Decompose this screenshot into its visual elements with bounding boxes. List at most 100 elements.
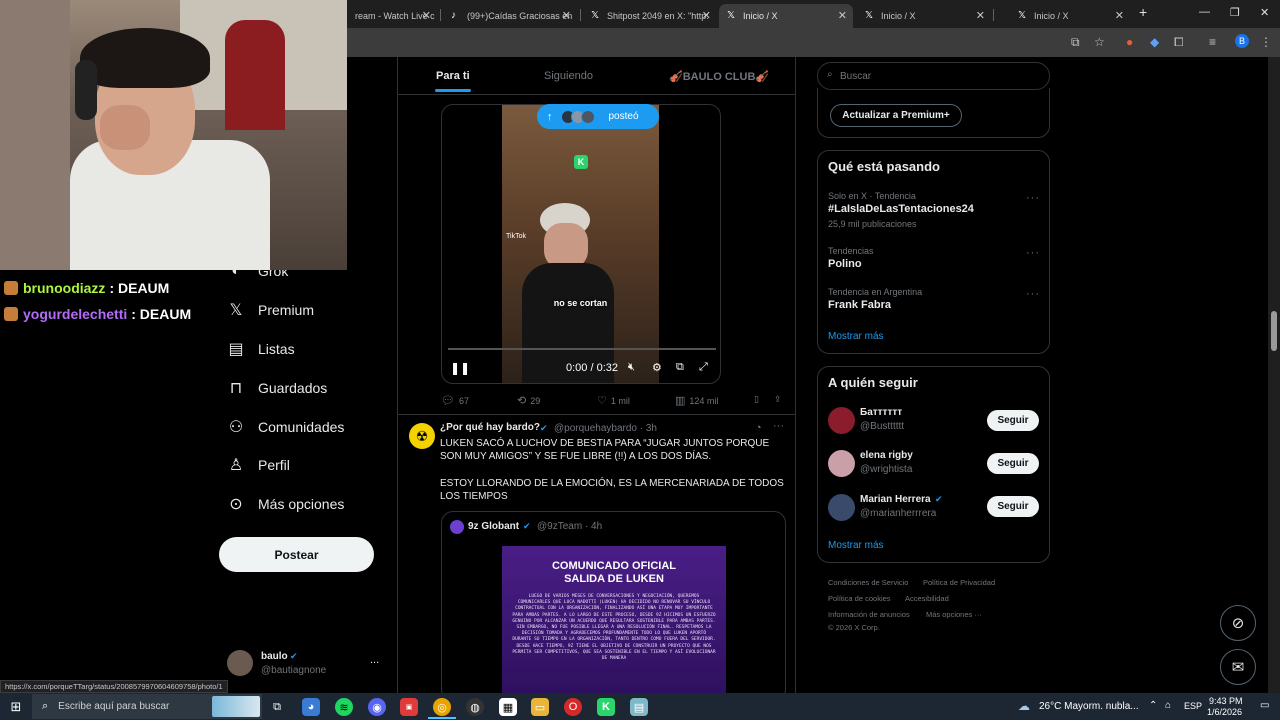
who-name[interactable]: elena rigby: [860, 450, 913, 461]
trend-name[interactable]: Frank Fabra: [828, 299, 891, 311]
follow-button[interactable]: Seguir: [987, 410, 1039, 431]
scroll-thumb[interactable]: [1271, 311, 1277, 351]
extension-color-icon[interactable]: ◆: [1150, 35, 1159, 49]
trend-more-icon[interactable]: ···: [1026, 192, 1040, 204]
file-explorer-icon[interactable]: ▭: [531, 698, 549, 716]
new-posts-pill[interactable]: ↑ posteó: [537, 104, 659, 129]
opera-icon[interactable]: O: [564, 698, 582, 716]
avatar[interactable]: [828, 450, 855, 477]
footer-link[interactable]: Política de Privacidad: [923, 578, 995, 587]
repost-action[interactable]: ⟲ 29: [517, 394, 540, 407]
video-card[interactable]: K TikTok no se cortan ❚❚ 0:00 / 0:32 🔇︎ …: [441, 104, 721, 384]
close-icon[interactable]: ✕: [976, 9, 985, 22]
new-tab-button[interactable]: +: [1139, 4, 1147, 20]
reading-list-icon[interactable]: ≡: [1209, 35, 1216, 49]
trend-more-icon[interactable]: ···: [1026, 247, 1040, 259]
notifications-icon[interactable]: ▭: [1260, 700, 1269, 711]
who-name[interactable]: Батттттт: [860, 407, 902, 418]
pip-icon[interactable]: ⧉: [676, 361, 684, 374]
menu-kebab-icon[interactable]: ⋮: [1260, 35, 1272, 49]
nav-perfil[interactable]: ♙ Perfil: [226, 451, 290, 479]
more-icon[interactable]: ···: [773, 420, 784, 432]
spotify-icon[interactable]: ≋: [335, 698, 353, 716]
close-icon[interactable]: ✕: [702, 9, 711, 22]
tab-baulo-club[interactable]: 🎻BAULO CLUB🎻: [669, 70, 769, 83]
task-view-icon[interactable]: ⧉: [268, 698, 286, 716]
app-icon[interactable]: ▤: [630, 698, 648, 716]
tab-tiktok[interactable]: ♪ (99+)Caídas Graciosas en ✕: [443, 4, 577, 28]
discord-icon[interactable]: ◉: [368, 698, 386, 716]
avatar[interactable]: [828, 407, 855, 434]
footer-link[interactable]: Política de cookies: [828, 594, 891, 603]
search-input[interactable]: Buscar: [840, 71, 871, 82]
nav-mas-opciones[interactable]: ⊙ Más opciones: [226, 490, 344, 518]
capcut-icon[interactable]: ▦: [499, 698, 517, 716]
tweet-author-handle[interactable]: @porquehaybardo · 3h: [554, 423, 657, 434]
tab-inicio-2[interactable]: 𝕏 Inicio / X ✕: [857, 4, 991, 28]
taskbar-search[interactable]: ⌕ Escribe aquí para buscar: [32, 694, 262, 719]
fullscreen-icon[interactable]: ⤢: [699, 361, 708, 374]
nav-guardados[interactable]: ⊓ Guardados: [226, 374, 328, 402]
close-window-icon[interactable]: ✕: [1260, 6, 1269, 19]
like-action[interactable]: ♡ 1 mil: [597, 394, 630, 407]
trends-show-more[interactable]: Mostrar más: [828, 331, 884, 342]
avatar[interactable]: [828, 494, 855, 521]
announcement-image[interactable]: COMUNICADO OFICIAL SALIDA DE LUKEN LUEGO…: [502, 546, 726, 700]
extension-fox-icon[interactable]: ●: [1126, 35, 1133, 49]
close-icon[interactable]: ✕: [562, 9, 571, 22]
tweet-author-name[interactable]: ¿Por qué hay bardo?: [440, 422, 540, 433]
search-box[interactable]: ⌕ Buscar: [817, 62, 1050, 90]
reply-action[interactable]: 💬︎ 67: [441, 394, 469, 407]
close-icon[interactable]: ✕: [838, 9, 847, 22]
taskbar-search-input[interactable]: Escribe aquí para buscar: [58, 701, 169, 712]
tab-para-ti[interactable]: Para ti: [436, 70, 470, 82]
grok-icon[interactable]: ◔: [755, 422, 762, 434]
video-progress-track[interactable]: [448, 348, 716, 350]
trend-name[interactable]: Polino: [828, 258, 862, 270]
avatar[interactable]: [227, 650, 253, 676]
footer-link[interactable]: Condiciones de Servicio: [828, 578, 908, 587]
tab-shitpost[interactable]: 𝕏 Shitpost 2049 en X: "http: ✕: [583, 4, 717, 28]
tab-inicio-3[interactable]: 𝕏 Inicio / X ✕: [1010, 4, 1130, 28]
who-show-more[interactable]: Mostrar más: [828, 540, 884, 551]
network-icon[interactable]: ⌂: [1165, 700, 1171, 711]
copilot-icon[interactable]: ◕: [302, 698, 320, 716]
restore-icon[interactable]: ❐: [1230, 6, 1240, 19]
profile-avatar[interactable]: B: [1235, 34, 1249, 48]
mute-icon[interactable]: 🔇︎: [628, 361, 635, 374]
windows-start-icon[interactable]: ⊞: [7, 698, 25, 716]
follow-button[interactable]: Seguir: [987, 453, 1039, 474]
nav-premium[interactable]: 𝕏 Premium: [226, 296, 314, 324]
premium-upgrade-button[interactable]: Actualizar a Premium+: [830, 104, 962, 127]
tab-inicio-active[interactable]: 𝕏 Inicio / X ✕: [719, 4, 853, 28]
quoted-tweet[interactable]: 9z Globant ✔ @9zTeam · 4h COMUNICADO OFI…: [441, 511, 786, 701]
tab-twitch[interactable]: ream - Watch Live c ✕: [347, 4, 437, 28]
nav-listas[interactable]: ▤ Listas: [226, 335, 294, 363]
tray-chevron-icon[interactable]: ⌃: [1149, 700, 1157, 711]
stream-app-icon[interactable]: ▣: [400, 698, 418, 716]
post-button[interactable]: Postear: [219, 537, 374, 572]
close-icon[interactable]: ✕: [1115, 9, 1124, 22]
clock-time[interactable]: 9:43 PM: [1209, 696, 1243, 706]
account-more-icon[interactable]: ...: [370, 654, 379, 666]
grok-float-icon[interactable]: ⊘: [1220, 605, 1256, 641]
account-name[interactable]: baulo: [261, 651, 288, 662]
tab-siguiendo[interactable]: Siguiendo: [544, 70, 593, 82]
trend-name[interactable]: #LaIslaDeLasTentaciones24: [828, 203, 974, 215]
radioactive-avatar-icon[interactable]: ☢: [409, 423, 435, 449]
bookmark-star-icon[interactable]: ☆: [1094, 35, 1105, 49]
kick-icon[interactable]: K: [597, 698, 615, 716]
footer-link[interactable]: Accesibilidad: [905, 594, 949, 603]
trend-more-icon[interactable]: ···: [1026, 288, 1040, 300]
settings-gear-icon[interactable]: ⚙: [652, 361, 662, 374]
footer-link[interactable]: Información de anuncios: [828, 610, 910, 619]
minimize-icon[interactable]: —: [1199, 6, 1210, 18]
clock-date[interactable]: 1/6/2026: [1207, 707, 1242, 717]
extensions-icon[interactable]: ⧠: [1174, 35, 1184, 50]
obs-icon[interactable]: ◍: [466, 698, 484, 716]
views-action[interactable]: ▥ 124 mil: [675, 394, 718, 407]
follow-button[interactable]: Seguir: [987, 496, 1039, 517]
chrome-icon[interactable]: ◎: [433, 698, 451, 716]
page-scrollbar[interactable]: [1268, 57, 1280, 693]
language-indicator[interactable]: ESP: [1184, 701, 1202, 711]
